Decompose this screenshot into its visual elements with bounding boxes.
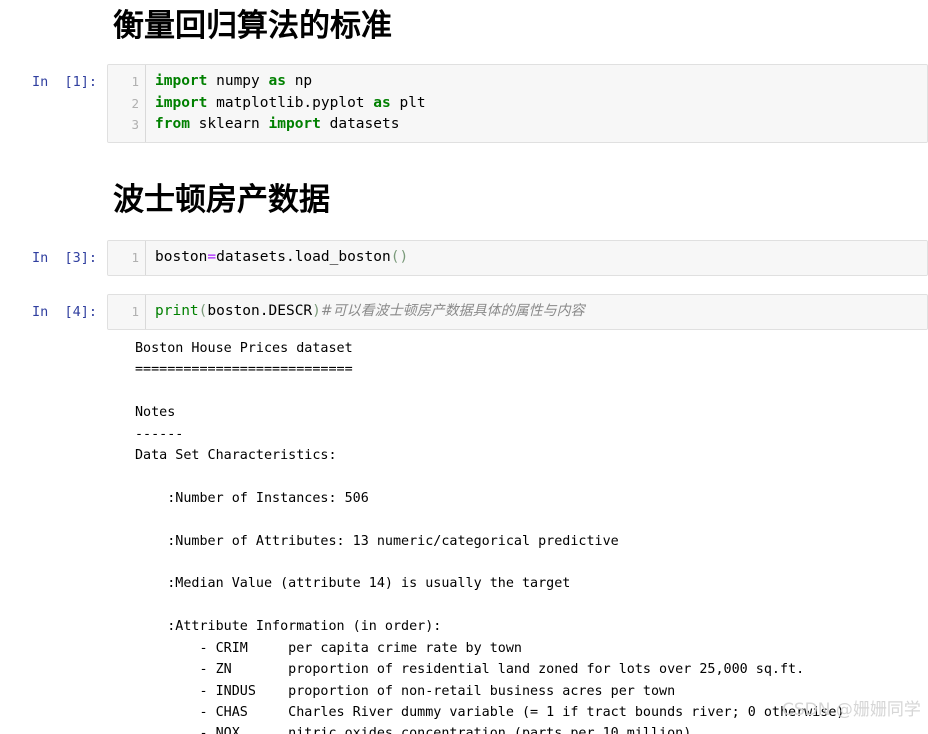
code-editor-3[interactable]: print(boston.DESCR)#可以看波士顿房产数据具体的属性与内容 <box>146 295 927 329</box>
code-token-txt: boston <box>155 249 208 265</box>
code-token-cmt: #可以看波士顿房产数据具体的属性与内容 <box>320 303 585 319</box>
notebook-cell-2[interactable]: In [3]: 1 boston=datasets.load_boston() <box>0 240 928 276</box>
code-token-op: = <box>207 249 217 265</box>
cell-input-area-2[interactable]: 1 boston=datasets.load_boston() <box>107 240 928 276</box>
cell-prompt-3: In [4]: <box>31 304 97 320</box>
page-title: 衡量回归算法的标准 <box>113 8 392 44</box>
code-token-kw: import <box>268 116 321 132</box>
code-editor-2[interactable]: boston=datasets.load_boston() <box>146 241 927 275</box>
cell-prompt-2: In [3]: <box>31 250 97 266</box>
code-token-txt: matplotlib.pyplot <box>207 94 374 111</box>
code-token-txt: datasets <box>320 116 400 132</box>
notebook-page: 衡量回归算法的标准 In [1]: 1 2 3 import numpy as … <box>0 0 928 734</box>
cell-prompt-1: In [1]: <box>31 74 97 90</box>
code-token-kw: import <box>155 73 208 89</box>
code-token-punc: ) <box>312 303 321 319</box>
cell-input-area-1[interactable]: 1 2 3 import numpy as np import matplotl… <box>107 64 928 143</box>
code-token-txt: sklearn <box>189 116 269 132</box>
code-token-kw: from <box>155 116 190 132</box>
cell-input-area-3[interactable]: 1 print(boston.DESCR)#可以看波士顿房产数据具体的属性与内容 <box>107 294 928 330</box>
section-title-boston: 波士顿房产数据 <box>113 182 330 218</box>
code-token-kw: as <box>268 73 286 89</box>
code-token-bi: print <box>155 303 199 319</box>
line-number-gutter-3: 1 <box>108 295 146 329</box>
notebook-cell-3[interactable]: In [4]: 1 print(boston.DESCR)#可以看波士顿房产数据… <box>0 294 928 330</box>
line-number-gutter-2: 1 <box>108 241 146 275</box>
cell-output-stream: Boston House Prices dataset ============… <box>135 341 845 734</box>
notebook-cell-1[interactable]: In [1]: 1 2 3 import numpy as np import … <box>0 64 928 143</box>
code-token-txt: datasets.load_boston <box>216 249 391 265</box>
code-token-kw: import <box>155 94 208 111</box>
line-number-gutter-1: 1 2 3 <box>108 65 146 142</box>
code-editor-1[interactable]: import numpy as np import matplotlib.pyp… <box>146 65 927 142</box>
code-token-txt: boston.DESCR <box>207 303 313 319</box>
code-token-txt: np <box>285 73 313 89</box>
code-token-kw: as <box>373 94 391 111</box>
code-token-txt: plt <box>390 94 426 111</box>
code-token-txt: numpy <box>207 73 269 89</box>
code-token-punc: () <box>390 249 409 265</box>
